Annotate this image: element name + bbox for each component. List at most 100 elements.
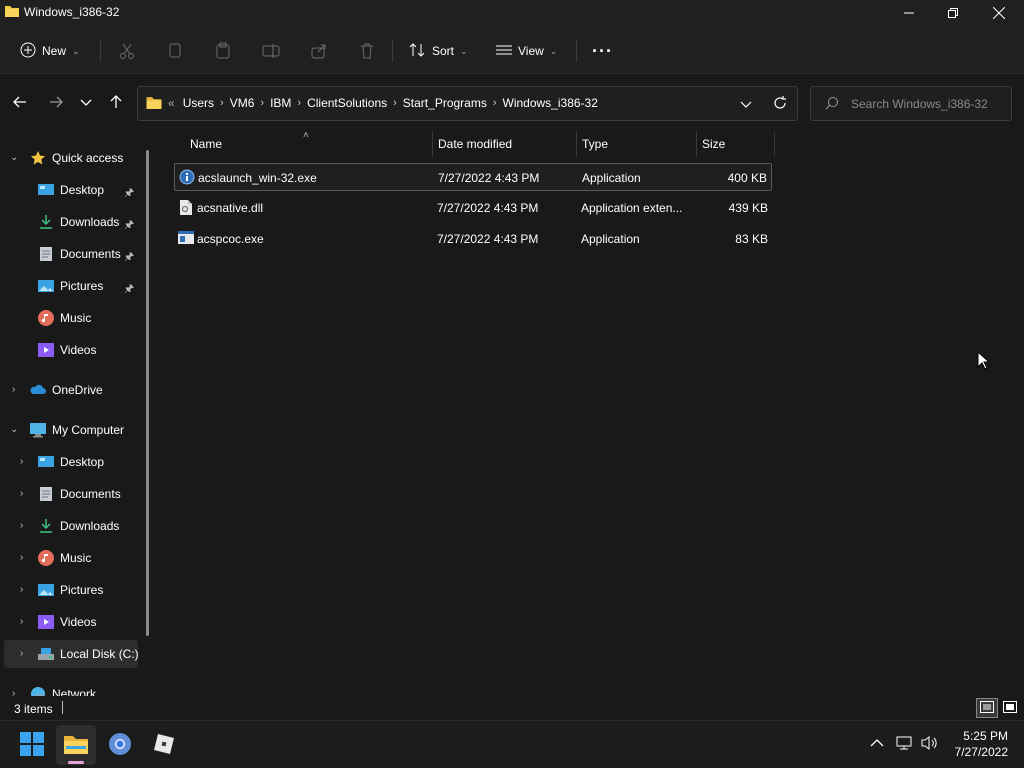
start-button[interactable] (12, 725, 52, 765)
star-icon (30, 150, 46, 166)
more-options-button[interactable]: ··· (592, 36, 613, 66)
arrow-up-icon (109, 94, 123, 112)
copy-icon[interactable] (166, 42, 184, 60)
sidebar-item-downloads[interactable]: Downloads (38, 512, 119, 540)
file-row[interactable]: acslaunch_win-32.exe 7/27/2022 4:43 PM A… (174, 163, 772, 191)
close-button[interactable] (976, 0, 1022, 28)
column-header-name[interactable]: Name (190, 137, 222, 151)
breadcrumb-item[interactable]: ClientSolutions (307, 96, 387, 110)
delete-icon[interactable] (358, 42, 376, 60)
breadcrumb-item[interactable]: Users (183, 96, 214, 110)
documents-icon (38, 486, 54, 502)
chrome-taskbar-button[interactable] (100, 725, 140, 765)
sidebar-item-pictures[interactable]: Pictures (38, 576, 103, 604)
file-date: 7/27/2022 4:43 PM (437, 201, 539, 215)
recent-locations-button[interactable] (76, 94, 96, 112)
chevron-right-icon[interactable]: › (20, 648, 23, 659)
column-divider[interactable] (774, 132, 775, 156)
pin-icon[interactable]: 🖈 (124, 184, 134, 203)
sidebar-item-documents[interactable]: Documents (38, 480, 121, 508)
status-bar: 3 items (0, 696, 1024, 720)
more-icon: ··· (592, 40, 613, 61)
sidebar-scrollbar[interactable] (146, 150, 149, 636)
back-button[interactable] (10, 94, 30, 112)
large-icons-view-button[interactable] (1000, 698, 1020, 718)
chevron-right-icon[interactable]: › (297, 97, 301, 109)
rename-icon[interactable] (262, 42, 280, 60)
search-input[interactable]: Search Windows_i386-32 (851, 97, 988, 111)
cut-icon[interactable] (118, 42, 136, 60)
paste-icon[interactable] (214, 42, 232, 60)
column-divider[interactable] (432, 132, 433, 156)
chevron-down-icon[interactable]: ⌄ (10, 424, 18, 435)
chevron-right-icon[interactable]: › (12, 688, 15, 696)
details-view-icon (980, 700, 994, 716)
sidebar-item-desktop[interactable]: Desktop (38, 448, 104, 476)
file-row[interactable]: acsnative.dll 7/27/2022 4:43 PM Applicat… (174, 194, 772, 222)
sort-button[interactable]: Sort ⌄ (408, 36, 468, 66)
breadcrumb-item[interactable]: VM6 (230, 96, 255, 110)
sidebar-item-label: My Computer (52, 423, 125, 437)
refresh-icon[interactable] (772, 95, 788, 114)
sidebar-item-documents[interactable]: Documents (38, 240, 121, 268)
forward-button[interactable] (46, 94, 66, 112)
details-view-button[interactable] (976, 698, 998, 718)
search-box[interactable]: Search Windows_i386-32 (810, 86, 1012, 121)
chevron-right-icon[interactable]: › (260, 97, 264, 109)
sidebar-item-network[interactable]: Network (30, 680, 96, 696)
restore-button[interactable] (930, 0, 976, 28)
column-header-type[interactable]: Type (582, 137, 608, 151)
chevron-right-icon[interactable]: › (20, 456, 23, 467)
share-icon[interactable] (310, 42, 328, 60)
chevron-right-icon[interactable]: › (393, 97, 397, 109)
column-divider[interactable] (576, 132, 577, 156)
pin-icon[interactable]: 🖈 (124, 248, 134, 267)
file-name: acspcoc.exe (197, 232, 264, 246)
chevron-down-icon[interactable]: ⌄ (10, 152, 18, 163)
view-button[interactable]: View ⌄ (496, 36, 557, 66)
file-explorer-icon (64, 734, 88, 757)
sidebar-item-desktop[interactable]: Desktop (38, 176, 104, 204)
file-explorer-taskbar-button[interactable] (56, 725, 96, 765)
sidebar-item-music[interactable]: Music (38, 304, 91, 332)
sidebar-item-downloads[interactable]: Downloads (38, 208, 119, 236)
chevron-down-icon: ⌄ (72, 45, 80, 56)
volume-icon[interactable] (920, 735, 940, 754)
chevron-right-icon[interactable]: › (12, 384, 15, 395)
column-divider[interactable] (696, 132, 697, 156)
chevron-right-icon[interactable]: › (20, 584, 23, 595)
sidebar-item-music[interactable]: Music (38, 544, 91, 572)
roblox-taskbar-button[interactable] (144, 725, 184, 765)
chevron-right-icon[interactable]: › (493, 97, 497, 109)
chevron-right-icon[interactable]: › (220, 97, 224, 109)
chevron-right-icon[interactable]: › (20, 552, 23, 563)
chevron-right-icon[interactable]: › (20, 488, 23, 499)
breadcrumb-item[interactable]: Windows_i386-32 (503, 96, 598, 110)
system-clock[interactable]: 5:25 PM 7/27/2022 (955, 728, 1008, 760)
column-header-date[interactable]: Date modified (438, 137, 512, 151)
chevron-right-icon[interactable]: › (20, 520, 23, 531)
chevron-right-icon[interactable]: › (20, 616, 23, 627)
address-dropdown-icon[interactable] (740, 98, 752, 112)
sidebar-item-pictures[interactable]: Pictures (38, 272, 103, 300)
network-status-icon[interactable] (896, 735, 914, 754)
minimize-button[interactable] (886, 0, 932, 28)
sidebar-item-local-disk[interactable]: Local Disk (C:) (38, 640, 139, 668)
breadcrumb-overflow[interactable]: « (168, 96, 175, 110)
sidebar-item-onedrive[interactable]: OneDrive (30, 376, 103, 404)
breadcrumb-item[interactable]: IBM (270, 96, 291, 110)
chevron-up-icon[interactable] (870, 737, 884, 751)
up-button[interactable] (106, 94, 126, 112)
file-row[interactable]: acspcoc.exe 7/27/2022 4:43 PM Applicatio… (174, 225, 772, 253)
clock-time: 5:25 PM (963, 729, 1008, 743)
sidebar-item-videos[interactable]: Videos (38, 336, 96, 364)
sidebar-item-my-computer[interactable]: My Computer (30, 416, 124, 444)
item-count: 3 items (14, 702, 53, 716)
pin-icon[interactable]: 🖈 (124, 216, 134, 235)
pin-icon[interactable]: 🖈 (124, 280, 134, 299)
breadcrumb-item[interactable]: Start_Programs (403, 96, 487, 110)
sidebar-item-quick-access[interactable]: Quick access (30, 144, 123, 172)
column-header-size[interactable]: Size (702, 137, 725, 151)
sidebar-item-videos[interactable]: Videos (38, 608, 96, 636)
new-button[interactable]: New ⌄ (20, 36, 80, 66)
